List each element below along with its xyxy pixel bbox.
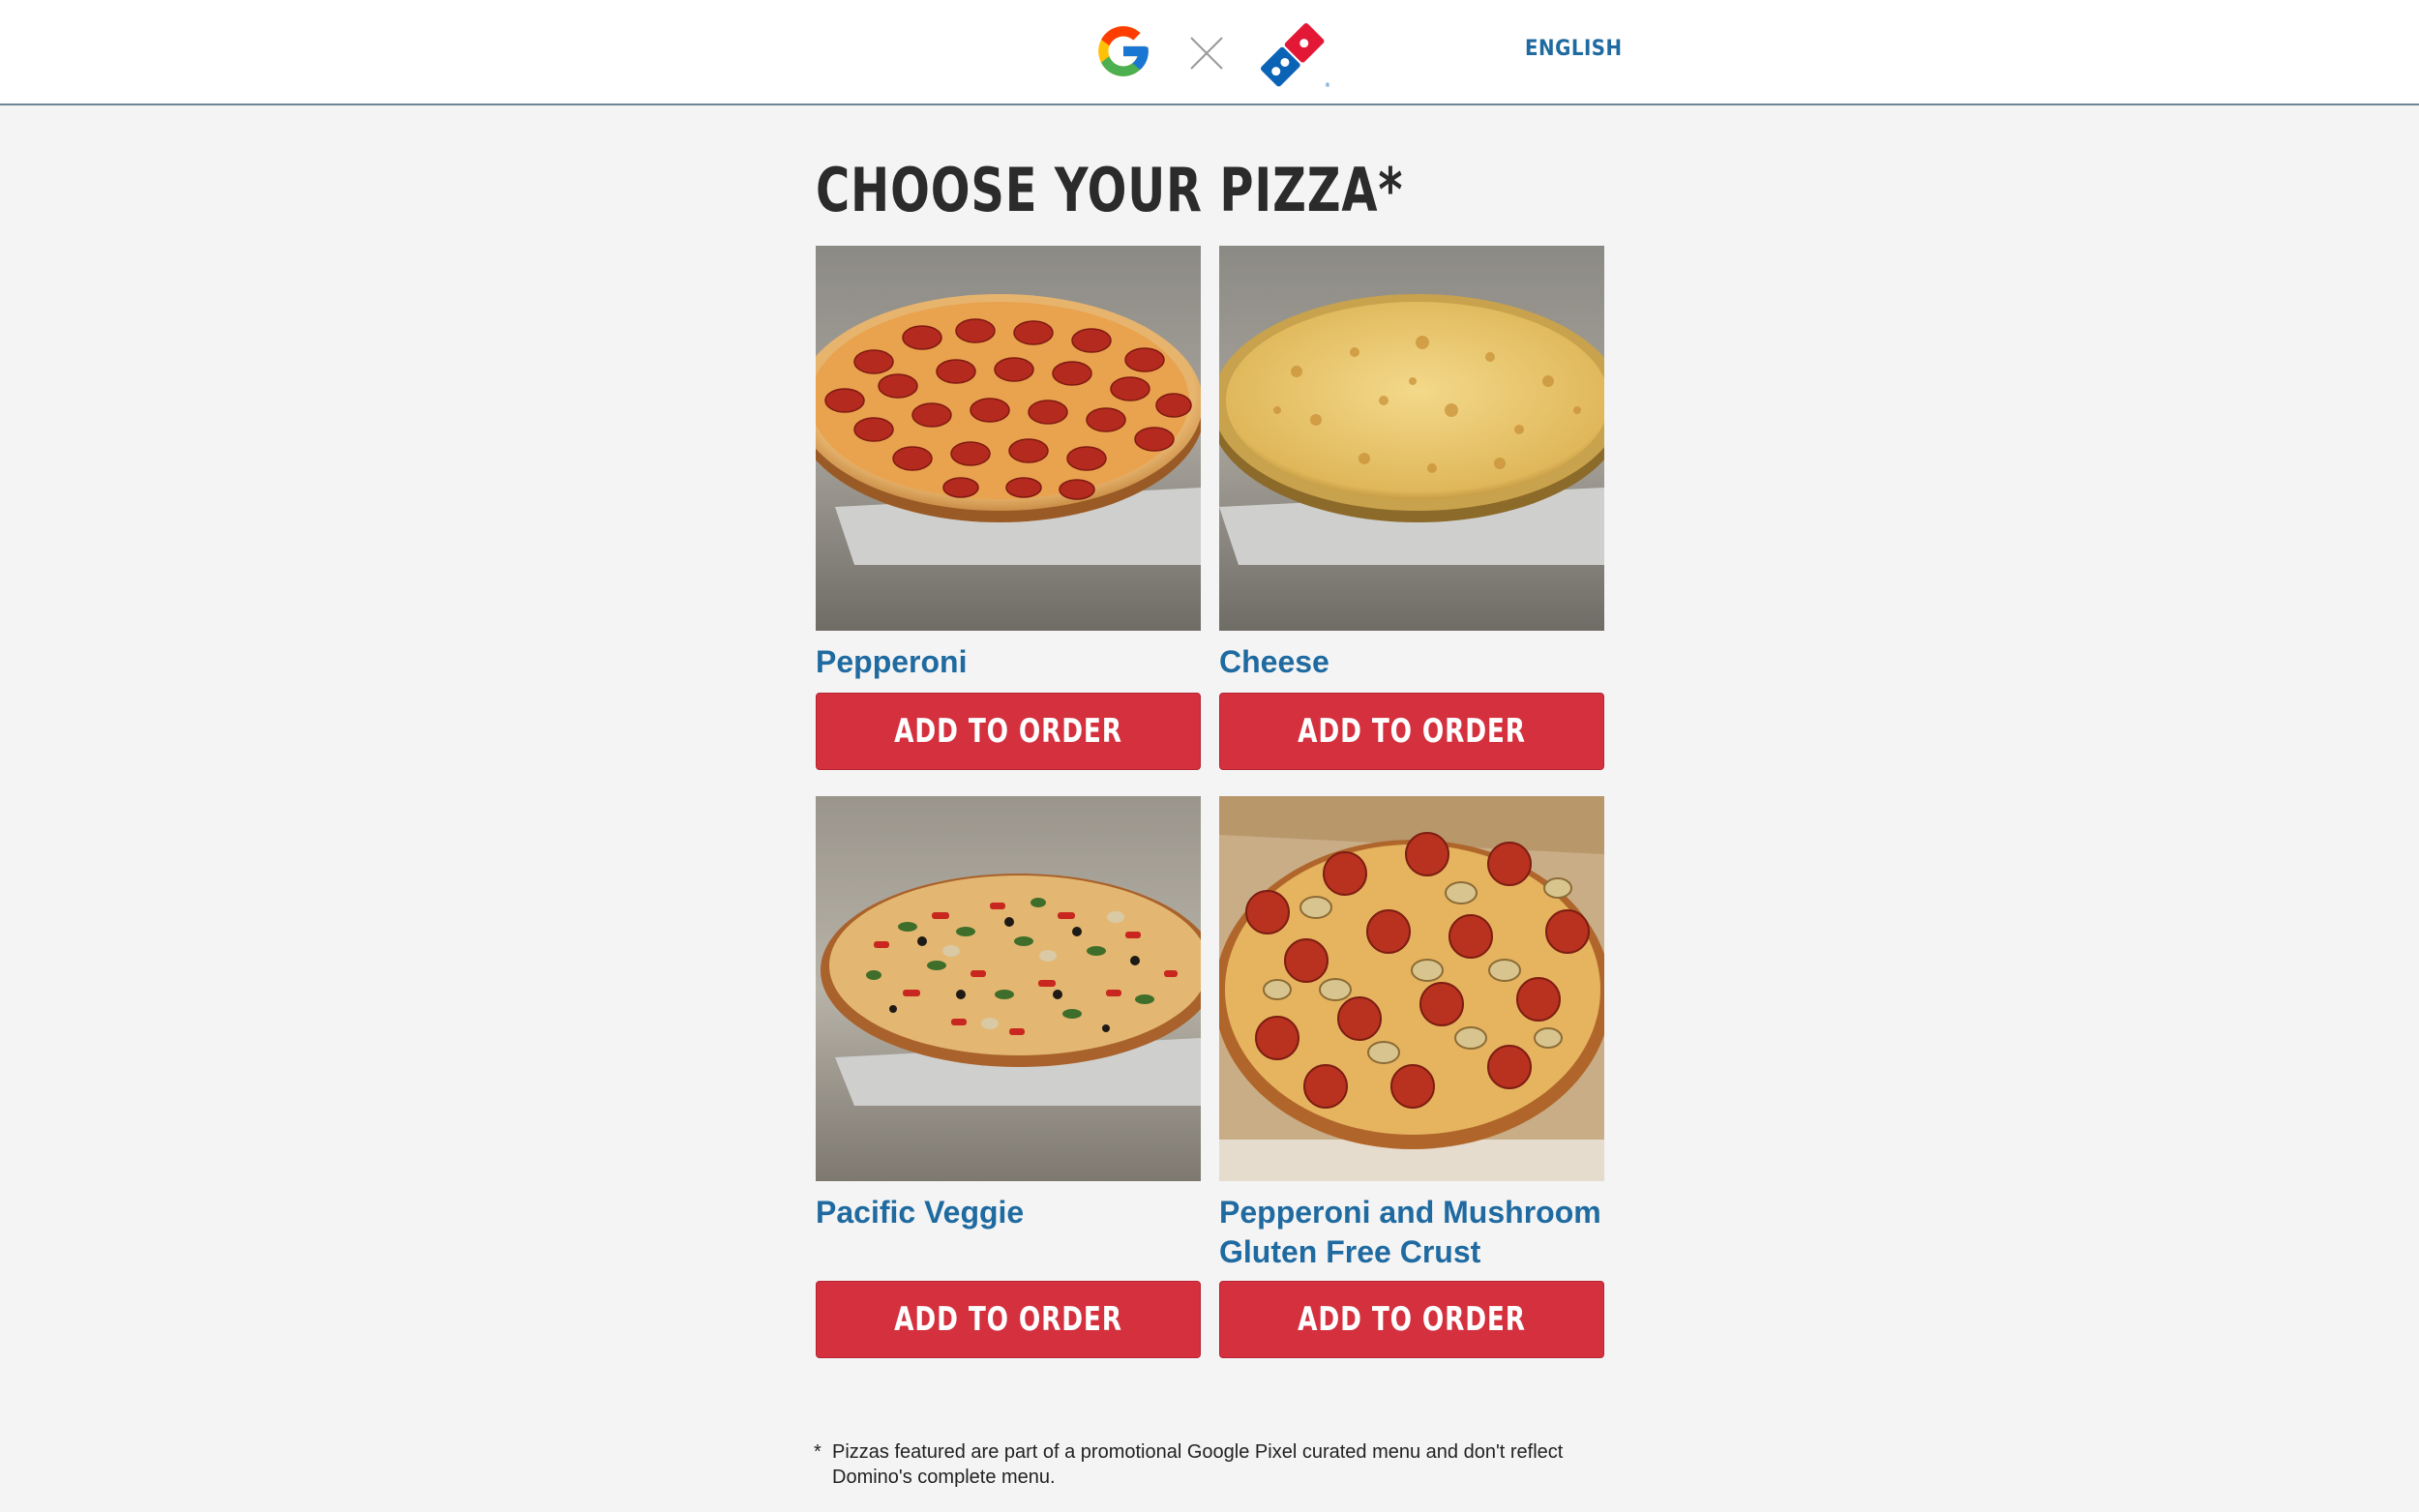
language-selector[interactable]: ENGLISH (1525, 37, 1623, 61)
pizza-name[interactable]: Pepperoni and Mushroom Gluten Free Crust (1219, 1193, 1604, 1272)
top-bar: ® ENGLISH (0, 0, 2419, 105)
partner-logos: ® (1093, 19, 1329, 89)
cheese-pizza-photo[interactable] (1219, 246, 1604, 631)
svg-text:®: ® (1325, 82, 1329, 89)
add-to-order-label: ADD TO ORDER (1298, 712, 1526, 751)
pacific-veggie-pizza-photo[interactable] (816, 796, 1201, 1181)
pizza-card-pepperoni: Pepperoni ADD TO ORDER (816, 246, 1201, 770)
pizza-name[interactable]: Pacific Veggie (816, 1193, 1201, 1232)
times-icon (1190, 37, 1223, 70)
footnote-marker: * (814, 1441, 821, 1463)
add-to-order-button[interactable]: ADD TO ORDER (816, 1281, 1201, 1358)
pizza-name[interactable]: Cheese (1219, 642, 1604, 682)
footnote-text: Pizzas featured are part of a promotiona… (832, 1441, 1564, 1488)
add-to-order-label: ADD TO ORDER (894, 1300, 1122, 1339)
add-to-order-label: ADD TO ORDER (1298, 1300, 1526, 1339)
pizza-name[interactable]: Pepperoni (816, 642, 1201, 682)
pizza-card-cheese: Cheese ADD TO ORDER (1219, 246, 1604, 770)
pepperoni-pizza-photo[interactable] (816, 246, 1201, 631)
dominos-logo-icon: ® (1259, 21, 1329, 89)
google-g-icon (1098, 26, 1149, 76)
pizza-card-pepperoni-mushroom: Pepperoni and Mushroom Gluten Free Crust… (1219, 796, 1604, 1358)
add-to-order-button[interactable]: ADD TO ORDER (1219, 693, 1604, 770)
pepperoni-mushroom-pizza-photo[interactable] (1219, 796, 1604, 1181)
page-title: CHOOSE YOUR PIZZA* (816, 155, 1404, 225)
pizza-card-pacific-veggie: Pacific Veggie ADD TO ORDER (816, 796, 1201, 1358)
add-to-order-button[interactable]: ADD TO ORDER (1219, 1281, 1604, 1358)
disclaimer-footnote: * Pizzas featured are part of a promotio… (814, 1439, 1617, 1490)
add-to-order-label: ADD TO ORDER (894, 712, 1122, 751)
add-to-order-button[interactable]: ADD TO ORDER (816, 693, 1201, 770)
